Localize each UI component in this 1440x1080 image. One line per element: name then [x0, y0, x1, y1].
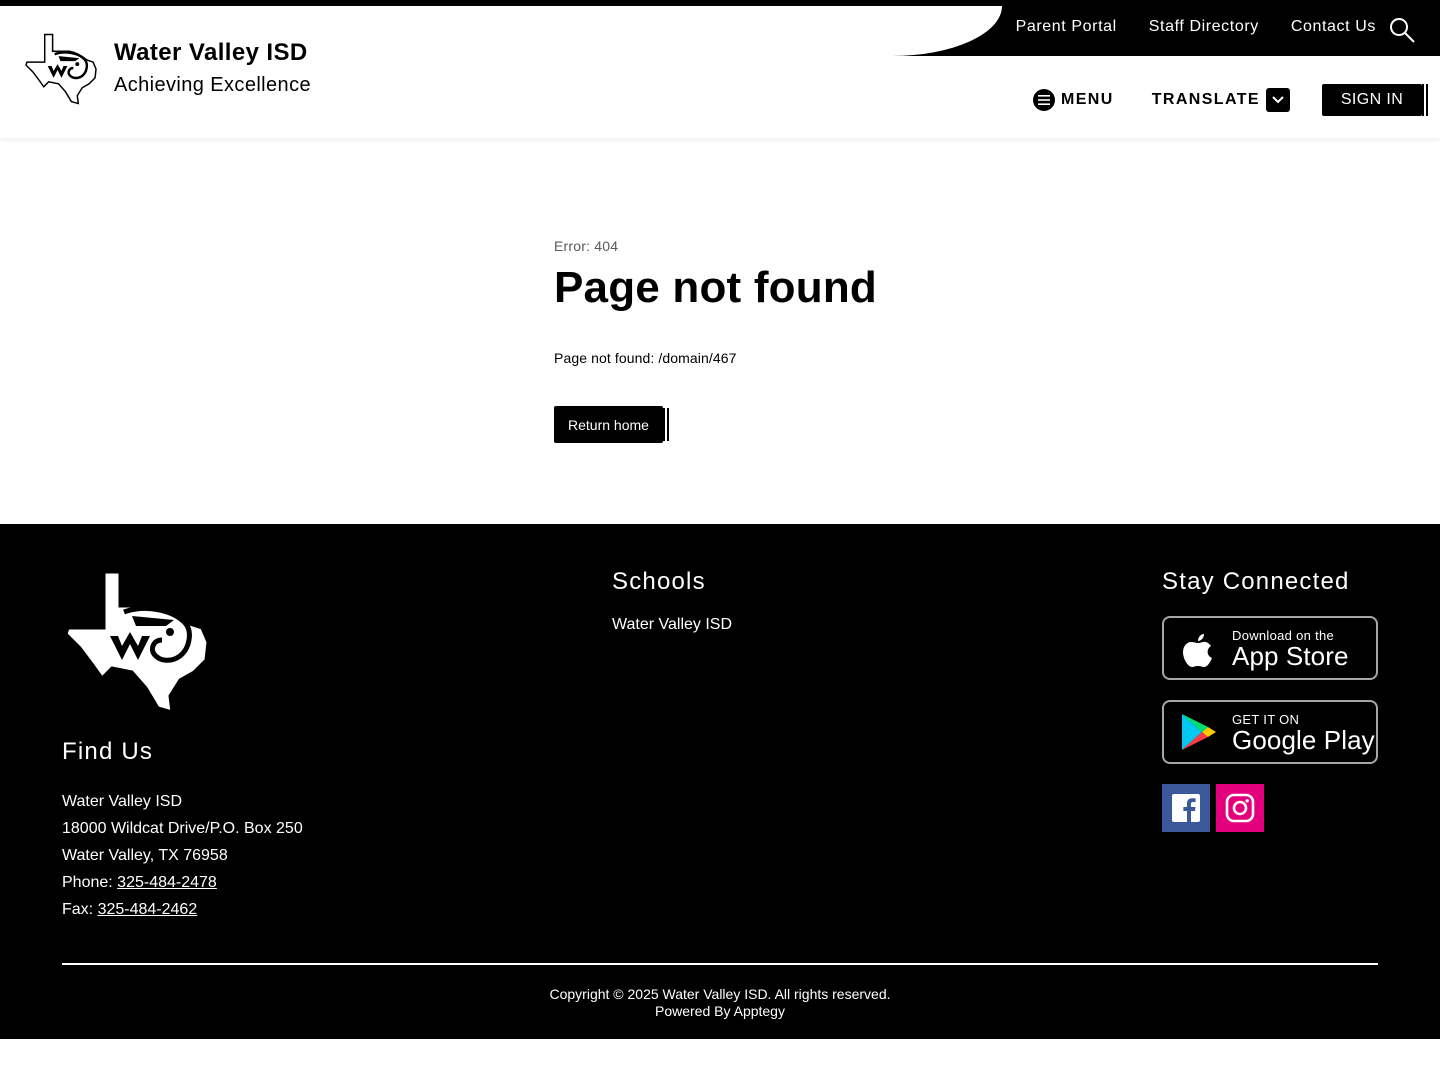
utility-nav: Parent Portal Staff Directory Contact Us [1016, 18, 1376, 36]
app-store-big-text: App Store [1232, 640, 1349, 671]
utility-bar: Parent Portal Staff Directory Contact Us [892, 6, 1440, 56]
social-links [1162, 784, 1378, 832]
address-street: 18000 Wildcat Drive/P.O. Box 250 [62, 820, 303, 837]
translate-button[interactable]: TRANSLATE [1152, 88, 1290, 112]
address-name: Water Valley ISD [62, 793, 183, 810]
hamburger-icon [1032, 89, 1055, 111]
utility-bar-curve [892, 6, 1002, 56]
find-us-section: Find Us Water Valley ISD 18000 Wildcat D… [62, 738, 303, 923]
return-home-button[interactable]: Return home [554, 406, 663, 443]
district-tagline: Achieving Excellence [114, 74, 311, 96]
page-title: Page not found [554, 263, 877, 312]
apple-icon [1183, 634, 1212, 667]
copyright-text: Copyright © 2025 Water Valley ISD. All r… [549, 986, 891, 1002]
return-home-decoration [662, 408, 669, 441]
google-play-badge[interactable]: GET IT ON Google Play [1162, 700, 1378, 764]
district-brand[interactable]: Water Valley ISD Achieving Excellence [24, 32, 311, 106]
search-icon[interactable] [1388, 16, 1416, 44]
contact-us-link[interactable]: Contact Us [1291, 18, 1376, 36]
schools-heading: Schools [612, 568, 706, 595]
district-name: Water Valley ISD [114, 39, 308, 66]
google-play-icon [1182, 714, 1216, 750]
stay-connected-section: Stay Connected Download on the App Store… [1162, 568, 1378, 832]
find-us-heading: Find Us [62, 738, 154, 765]
phone-link[interactable]: 325-484-2478 [117, 874, 217, 891]
google-play-big-text: Google Play [1232, 724, 1375, 755]
main-content: Error: 404 Page not found Page not found… [554, 238, 1154, 443]
fax-label: Fax: [62, 901, 94, 918]
footer-divider [62, 963, 1378, 965]
footer-logo [64, 570, 210, 715]
address-city: Water Valley, TX 76958 [62, 847, 228, 864]
phone-label: Phone: [62, 874, 113, 891]
phone-line: Phone: 325-484-2478 [62, 869, 303, 896]
powered-by-text: Powered By Apptegy [655, 1003, 785, 1019]
sign-in-decoration [1422, 84, 1428, 116]
instagram-icon[interactable] [1216, 784, 1264, 832]
staff-directory-link[interactable]: Staff Directory [1149, 18, 1259, 36]
error-message: Page not found: /domain/467 [554, 350, 737, 366]
app-store-badge[interactable]: Download on the App Store [1162, 616, 1378, 680]
menu-label: MENU [1060, 91, 1114, 108]
translate-label: TRANSLATE [1151, 91, 1260, 108]
error-code: Error: 404 [554, 238, 619, 254]
header-actions: MENU TRANSLATE SIGN IN [1032, 84, 1428, 116]
district-logo [25, 33, 97, 105]
site-header: Parent Portal Staff Directory Contact Us… [0, 6, 1440, 138]
schools-section: Schools Water Valley ISD [612, 568, 732, 634]
sign-in-button[interactable]: SIGN IN [1322, 84, 1422, 116]
chevron-down-icon [1266, 88, 1290, 112]
fax-line: Fax: 325-484-2462 [62, 896, 303, 923]
fax-link[interactable]: 325-484-2462 [98, 901, 198, 918]
menu-button[interactable]: MENU [1032, 89, 1114, 111]
parent-portal-link[interactable]: Parent Portal [1016, 18, 1117, 36]
facebook-icon[interactable] [1162, 784, 1210, 832]
school-link[interactable]: Water Valley ISD [612, 616, 732, 634]
site-footer: Find Us Water Valley ISD 18000 Wildcat D… [0, 524, 1440, 1039]
copyright-block: Copyright © 2025 Water Valley ISD. All r… [0, 986, 1440, 1020]
stay-connected-heading: Stay Connected [1162, 568, 1350, 595]
